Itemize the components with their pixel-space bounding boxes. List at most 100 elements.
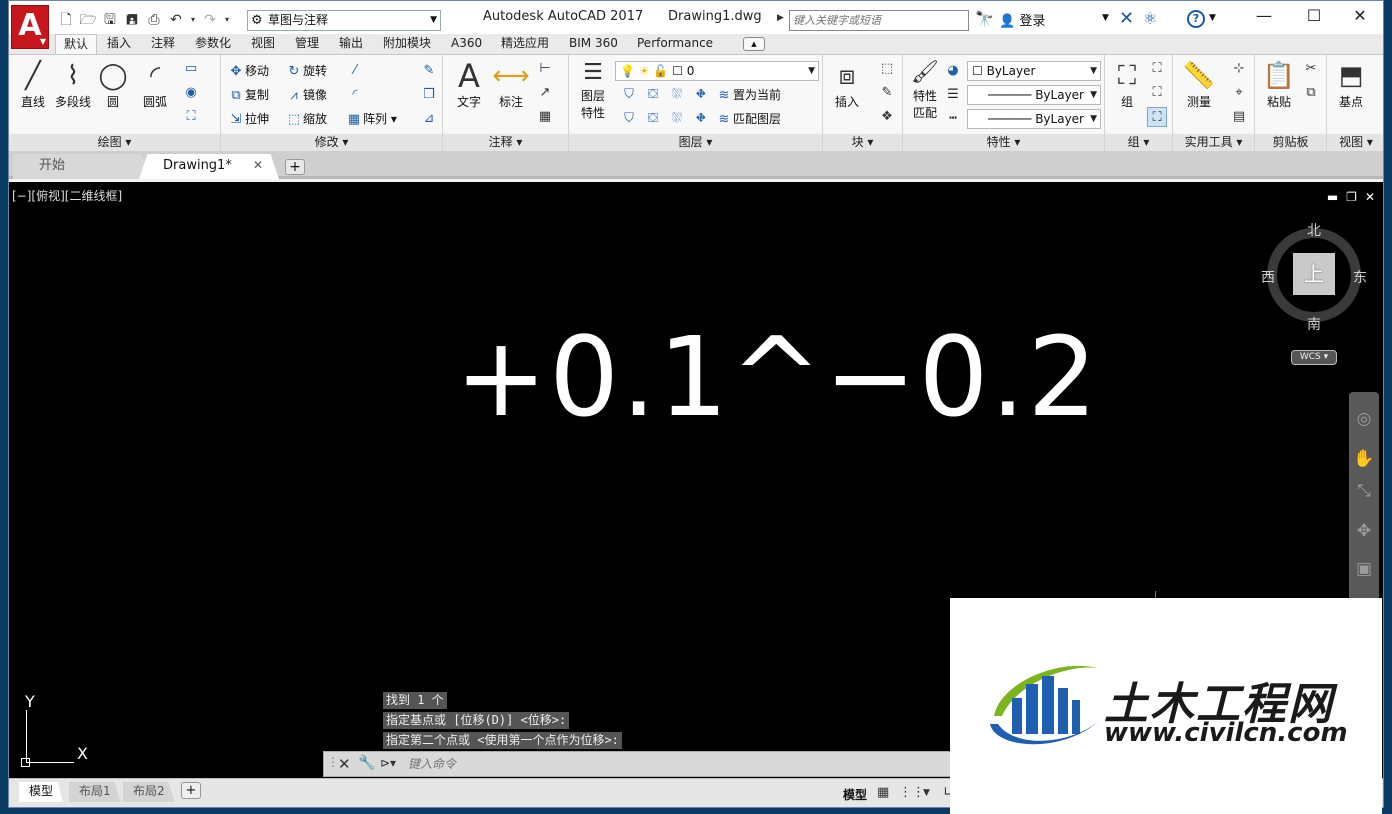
steering-wheel-icon[interactable]: ◎ [1353,408,1375,430]
move-tool[interactable]: ✥ 移动 [227,61,269,81]
modify-panel-title[interactable]: 修改 ▾ [221,134,442,151]
undo-icon[interactable]: ↶ [167,11,185,29]
rotate-tool[interactable]: ↻ 旋转 [285,61,327,81]
binoculars-icon[interactable]: 🔭 [975,10,994,28]
offset-icon[interactable]: ⊿ [419,109,439,129]
layer-on-icon[interactable]: ⛉ [619,109,639,129]
text-tool[interactable]: A 文字 [447,59,491,110]
base-view-tool[interactable]: ⬒ 基点 [1329,59,1373,110]
edit-block-icon[interactable]: ✎ [877,83,897,103]
wcs-menu-button[interactable]: WCS ▾ [1291,350,1337,365]
tab-bim360[interactable]: BIM 360 [561,34,626,54]
point-icon[interactable]: ⌖ [1229,83,1249,103]
polyline-tool[interactable]: ⌇ 多段线 [51,59,95,110]
redo-icon[interactable]: ↷ [201,11,219,29]
layer-off-icon[interactable]: ⛉ [619,85,639,105]
group-tool[interactable]: ⛶ 组 [1105,59,1149,110]
draw-panel-title[interactable]: 绘图 ▾ [9,134,220,151]
edit-attributes-icon[interactable]: ❖ [877,107,897,127]
layout-tab-layout1[interactable]: 布局1 [69,782,121,802]
paste-tool[interactable]: 📋 粘贴 [1257,59,1301,110]
tab-manage[interactable]: 管理 [287,34,327,54]
linear-dimension-icon[interactable]: ⊢ [535,59,555,79]
close-icon[interactable]: ✕ [253,158,263,172]
arc-tool[interactable]: ◜ 圆弧 [133,59,177,110]
linetype-icon[interactable]: ┅ [943,109,963,129]
new-file-icon[interactable]: 🗋 [57,11,75,29]
layer-freeze-icon[interactable]: ⛆ [667,85,687,105]
pan-hand-icon[interactable]: ✋ [1353,448,1375,470]
search-input[interactable] [789,10,969,31]
new-layout-button[interactable]: + [181,782,201,799]
zoom-extents-icon[interactable]: ⤡ [1353,480,1375,502]
tab-output[interactable]: 输出 [331,34,371,54]
measure-tool[interactable]: 📏 测量 [1177,59,1221,110]
redo-dropdown-icon[interactable]: ▾ [223,11,231,29]
application-menu-button[interactable]: A ▼ [11,5,49,49]
array-tool[interactable]: ▦ 阵列 ▾ [345,109,397,129]
group-edit-icon[interactable]: ⛶ [1147,83,1167,103]
showmotion-icon[interactable]: ▣ [1353,558,1375,580]
new-tab-button[interactable]: + [285,159,305,175]
viewport-minimize-icon[interactable]: ▬ [1327,190,1338,204]
compass-south[interactable]: 南 [1307,314,1321,334]
compass-north[interactable]: 北 [1307,220,1321,240]
compass-east[interactable]: 东 [1353,267,1367,287]
tab-addins[interactable]: 附加模块 [375,34,439,54]
match-layer-tool[interactable]: ≋ 匹配图层 [715,109,781,129]
open-file-icon[interactable]: 🗁 [79,11,97,29]
chevron-down-icon[interactable]: ▼ [1102,13,1109,23]
compass-west[interactable]: 西 [1261,267,1275,287]
groups-panel-title[interactable]: 组 ▾ [1105,134,1172,151]
tab-view[interactable]: 视图 [243,34,283,54]
cut-icon[interactable]: ✂ [1301,59,1321,79]
grid-icon[interactable]: ▦ [877,785,889,800]
save-as-icon[interactable]: 🖪 [123,11,141,29]
close-button[interactable]: ✕ [1337,5,1383,29]
minimize-button[interactable]: — [1241,5,1287,29]
erase-icon[interactable]: ✎ [419,61,439,81]
set-current-layer-tool[interactable]: ≋ 置为当前 [715,85,781,105]
linetype-dropdown[interactable]: ────── ByLayer ▼ [967,85,1101,105]
help-icon[interactable]: ? [1187,10,1205,28]
stretch-tool[interactable]: ⇲ 拉伸 [227,109,269,129]
layer-properties-tool[interactable]: ☰ 图层 特性 [571,59,615,121]
wrench-icon[interactable]: 🔧 [358,755,375,771]
tab-insert[interactable]: 插入 [99,34,139,54]
layer-dropdown[interactable]: 💡 ☀ 🔓 ☐ 0 ▼ [615,61,819,81]
hatch-icon[interactable]: ◉ [181,83,201,103]
table-icon[interactable]: ▦ [535,107,555,127]
layer-unisolate-icon[interactable]: ⛋ [643,109,663,129]
layout-tab-model[interactable]: 模型 [19,782,64,802]
clipboard-panel-title[interactable]: 剪贴板 [1255,134,1326,151]
rectangle-icon[interactable]: ▭ [181,59,201,79]
annotation-panel-title[interactable]: 注释 ▾ [443,134,568,151]
boundary-icon[interactable]: ⛶ [181,107,201,127]
color-dropdown[interactable]: ☐ ByLayer ▼ [967,61,1101,81]
explode-icon[interactable]: ❒ [419,85,439,105]
print-icon[interactable]: ⎙ [145,11,163,29]
create-block-icon[interactable]: ⬚ [877,59,897,79]
drawing-mtext[interactable]: +0.1^−0.2 [455,312,1099,442]
maximize-button[interactable]: ☐ [1291,5,1337,29]
lineweight-dropdown[interactable]: ────── ByLayer ▼ [967,109,1101,129]
chevron-down-icon[interactable]: ▼ [1209,13,1216,23]
view-panel-title[interactable]: 视图 ▾ [1327,134,1383,151]
command-input[interactable] [408,754,948,774]
ungroup-icon[interactable]: ⛶ [1147,59,1167,79]
tab-parametric[interactable]: 参数化 [187,34,239,54]
copy-clip-icon[interactable]: ⧉ [1301,83,1321,103]
layer-isolate-icon[interactable]: ⛋ [643,85,663,105]
orbit-icon[interactable]: ✥ [1353,520,1375,542]
circle-tool[interactable]: ◯ 圆 [91,59,135,110]
viewcube-top-face[interactable]: 上 [1293,253,1335,295]
layer-unlock-icon[interactable]: ⛖ [691,109,711,129]
mirror-tool[interactable]: ⩘ 镜像 [285,85,327,105]
scale-tool[interactable]: ⬚ 缩放 [285,109,327,129]
workspace-dropdown[interactable]: ⚙ 草图与注释 ▼ [247,10,441,31]
color-wheel-icon[interactable]: ◕ [943,61,963,81]
insert-block-tool[interactable]: ⧈ 插入 [825,59,869,110]
chevron-down-icon[interactable]: ▼ [923,788,930,798]
line-tool[interactable]: ╱ 直线 [11,59,55,110]
close-icon[interactable]: ✕ [338,755,351,773]
